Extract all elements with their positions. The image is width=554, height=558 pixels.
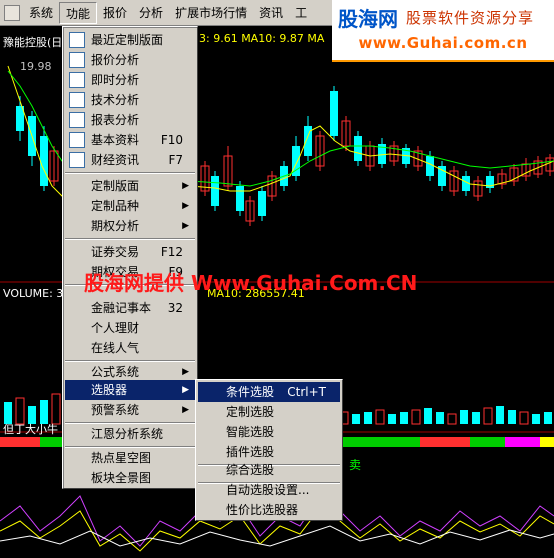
candle-body bbox=[330, 91, 338, 136]
stock-title: 豫能控股(日 bbox=[3, 36, 63, 49]
function-menu: 最近定制版面 报价分析 即时分析 技术分析 报表分析 基本资料 F10 财经资讯 F… bbox=[62, 26, 198, 489]
table-icon bbox=[69, 52, 85, 68]
candle-body bbox=[426, 156, 434, 176]
volume-bar bbox=[447, 413, 457, 425]
volume-bar bbox=[352, 414, 360, 424]
menu-quote[interactable]: 报价 bbox=[97, 2, 133, 24]
news-icon bbox=[69, 152, 85, 168]
menu-item-custom-variety[interactable]: 定制品种 ▶ bbox=[65, 196, 195, 216]
submenu-arrow-icon: ▶ bbox=[182, 221, 189, 231]
line-chart-icon bbox=[69, 72, 85, 88]
menu-item-custom-layout[interactable]: 定制版面 ▶ bbox=[65, 176, 195, 196]
menu-item-finance-notebook[interactable]: 金融记事本 32 bbox=[65, 298, 195, 318]
volume-bar bbox=[436, 412, 444, 424]
candle-body bbox=[258, 191, 266, 216]
submenu-arrow-icon: ▶ bbox=[182, 367, 189, 377]
candle-body bbox=[236, 186, 244, 211]
menu-news[interactable]: 资讯 bbox=[253, 2, 289, 24]
submenu-item-condition-pick[interactable]: 条件选股 Ctrl+T bbox=[198, 382, 340, 402]
volume-bar bbox=[400, 412, 408, 424]
menu-item-technical-analysis[interactable]: 技术分析 bbox=[65, 90, 195, 110]
sell-signal-label: 卖 bbox=[349, 458, 362, 472]
signal-segment bbox=[540, 437, 554, 447]
logo-url: www.Guhai.com.cn bbox=[358, 34, 528, 52]
logo-slogan: 股票软件资源分享 bbox=[406, 8, 535, 27]
menu-item-recent-layout[interactable]: 最近定制版面 bbox=[65, 30, 195, 50]
menu-separator bbox=[65, 238, 195, 240]
submenu-item-auto-pick-settings[interactable]: 自动选股设置... bbox=[198, 480, 340, 500]
submenu-item-custom-pick[interactable]: 定制选股 bbox=[198, 402, 340, 422]
menu-item-report-analysis[interactable]: 报表分析 bbox=[65, 110, 195, 130]
watermark-text: 股海网提供 Www.Guhai.Com.CN bbox=[84, 271, 418, 295]
submenu-item-value-picker[interactable]: 性价比选股器 bbox=[198, 500, 340, 520]
signal-segment bbox=[0, 437, 40, 447]
submenu-arrow-icon: ▶ bbox=[182, 201, 189, 211]
menu-item-gann-analysis[interactable]: 江恩分析系统 bbox=[65, 424, 195, 444]
report-icon bbox=[69, 112, 85, 128]
volume-bar bbox=[375, 409, 385, 425]
signal-segment bbox=[420, 437, 470, 447]
menu-analysis[interactable]: 分析 bbox=[133, 2, 169, 24]
candlestick-icon bbox=[69, 92, 85, 108]
menu-item-stock-picker[interactable]: 选股器 ▶ bbox=[65, 380, 195, 400]
volume-bar bbox=[483, 407, 493, 425]
volume-bar bbox=[424, 408, 432, 424]
menu-tools[interactable]: 工 bbox=[289, 2, 313, 24]
ma-top-label: 3: 9.61 MA10: 9.87 MA bbox=[199, 32, 325, 45]
menu-function[interactable]: 功能 bbox=[59, 1, 98, 24]
signal-segment bbox=[470, 437, 505, 447]
menu-item-hotspot-map[interactable]: 热点星空图 bbox=[65, 448, 195, 468]
signal-segment bbox=[505, 437, 540, 447]
menu-separator bbox=[65, 172, 195, 174]
menu-item-basic-info[interactable]: 基本资料 F10 bbox=[65, 130, 195, 150]
menu-item-securities-trade[interactable]: 证券交易 F12 bbox=[65, 242, 195, 262]
volume-bar bbox=[51, 393, 61, 425]
candle-body bbox=[211, 176, 219, 206]
volume-bar bbox=[544, 412, 552, 424]
submenu-arrow-icon: ▶ bbox=[182, 385, 189, 395]
menu-item-quote-analysis[interactable]: 报价分析 bbox=[65, 50, 195, 70]
menu-extended-market[interactable]: 扩展市场行情 bbox=[169, 2, 253, 24]
volume-bar bbox=[460, 410, 468, 424]
volume-bar bbox=[472, 412, 480, 424]
menu-item-realtime-analysis[interactable]: 即时分析 bbox=[65, 70, 195, 90]
price-high-label: 19.98 bbox=[20, 60, 52, 73]
menu-item-alert-system[interactable]: 预警系统 ▶ bbox=[65, 400, 195, 420]
submenu-item-combined-pick[interactable]: 综合选股 bbox=[198, 460, 340, 480]
menu-item-finance-news[interactable]: 财经资讯 F7 bbox=[65, 150, 195, 170]
volume-bar bbox=[532, 414, 540, 424]
site-logo: 股海网 股票软件资源分享 www.Guhai.com.cn bbox=[332, 0, 554, 62]
submenu-arrow-icon: ▶ bbox=[182, 181, 189, 191]
menu-item-option-analysis[interactable]: 期权分析 ▶ bbox=[65, 216, 195, 236]
volume-bar bbox=[411, 409, 421, 425]
stock-picker-submenu: 条件选股 Ctrl+T 定制选股 智能选股 插件选股 综合选股 自动选股设置...… bbox=[195, 379, 343, 521]
volume-label: VOLUME: 3 bbox=[3, 287, 64, 300]
menu-item-online-popularity[interactable]: 在线人气 bbox=[65, 338, 195, 358]
volume-bar bbox=[388, 414, 396, 424]
candle-body bbox=[354, 136, 362, 161]
volume-bar bbox=[519, 411, 529, 425]
f10-icon bbox=[69, 132, 85, 148]
indicator-label: 但丁大小牛 bbox=[3, 423, 58, 436]
submenu-arrow-icon: ▶ bbox=[182, 405, 189, 415]
menu-system[interactable]: 系统 bbox=[23, 2, 59, 24]
app-icon bbox=[4, 4, 20, 21]
candle-body bbox=[40, 136, 48, 186]
menu-item-personal-finance[interactable]: 个人理财 bbox=[65, 318, 195, 338]
menu-item-formula-system[interactable]: 公式系统 ▶ bbox=[65, 362, 195, 382]
submenu-item-smart-pick[interactable]: 智能选股 bbox=[198, 422, 340, 442]
menu-item-sector-panorama[interactable]: 板块全景图 bbox=[65, 468, 195, 488]
volume-bar bbox=[508, 410, 516, 424]
submenu-item-plugin-pick[interactable]: 插件选股 bbox=[198, 442, 340, 462]
signal-segment bbox=[345, 437, 420, 447]
volume-bar bbox=[496, 406, 504, 424]
volume-bar bbox=[364, 412, 372, 424]
layout-icon bbox=[69, 32, 85, 48]
logo-brand: 股海网 bbox=[338, 6, 398, 31]
